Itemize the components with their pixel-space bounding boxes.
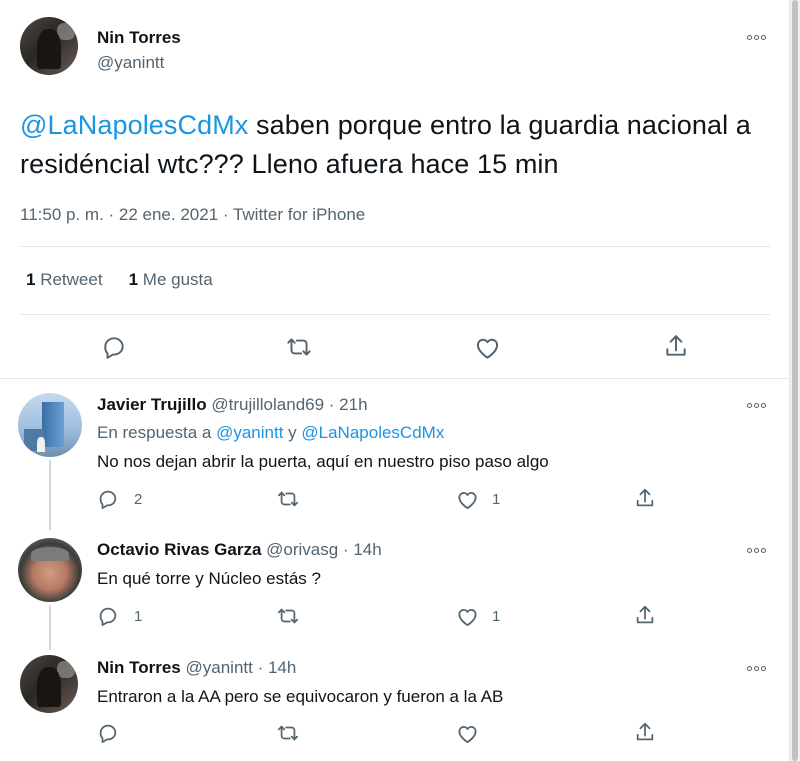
tweet-text: @LaNapolesCdMx saben porque entro la gua…: [20, 106, 760, 184]
author-handle[interactable]: @yanintt: [97, 53, 164, 73]
more-options-icon[interactable]: [747, 546, 767, 554]
replying-to: En respuesta a @yanintt y @LaNapolesCdMx: [97, 423, 444, 443]
reply-icon[interactable]: [101, 334, 127, 360]
retweet-icon[interactable]: [285, 334, 313, 360]
share-icon[interactable]: [634, 487, 656, 509]
retweets-label: Retweet: [40, 270, 103, 289]
reply-header: Javier Trujillo @trujilloland69 · 21h: [97, 395, 368, 415]
reply-text: En qué torre y Núcleo estás ?: [97, 569, 321, 588]
like-count: 1: [492, 491, 501, 508]
replying-to-join: y: [283, 423, 302, 442]
likes-label: Me gusta: [142, 270, 213, 289]
reply-author-name[interactable]: Nin Torres: [97, 658, 181, 677]
thread-line: [49, 460, 51, 530]
divider: [20, 246, 770, 247]
reply-author-name[interactable]: Octavio Rivas Garza: [97, 540, 261, 559]
like-icon[interactable]: [474, 335, 501, 360]
more-options-icon[interactable]: [747, 401, 767, 409]
reply-text: Entraron a la AA pero se equivocaron y f…: [97, 687, 504, 706]
replying-to-label: En respuesta a: [97, 423, 217, 442]
reply-count: 1: [134, 608, 143, 625]
reply-header: Octavio Rivas Garza @orivasg · 14h: [97, 540, 382, 560]
scrollbar[interactable]: [790, 0, 800, 761]
divider: [0, 378, 790, 379]
reply-icon[interactable]: [97, 488, 119, 510]
reply-icon[interactable]: [97, 605, 119, 627]
retweet-icon[interactable]: [276, 488, 300, 510]
avatar-javier-trujillo[interactable]: [18, 393, 82, 457]
more-options-icon[interactable]: [747, 33, 767, 41]
more-options-icon[interactable]: [747, 664, 767, 672]
retweet-icon[interactable]: [276, 722, 300, 744]
thread-line: [49, 605, 51, 650]
author-name[interactable]: Nin Torres: [97, 28, 181, 48]
reply-count: 2: [134, 491, 143, 508]
likes-stat[interactable]: 1 Me gusta: [129, 270, 213, 289]
retweets-stat[interactable]: 1 Retweet: [26, 270, 103, 289]
mention-link[interactable]: @LaNapolesCdMx: [301, 423, 444, 442]
tweet-timestamp-source[interactable]: 11:50 p. m. · 22 ene. 2021 · Twitter for…: [20, 205, 365, 225]
share-icon[interactable]: [634, 604, 656, 626]
share-icon[interactable]: [634, 721, 656, 743]
avatar-nin-torres[interactable]: [20, 655, 78, 713]
avatar-octavio-rivas-garza[interactable]: [18, 538, 82, 602]
share-icon[interactable]: [663, 333, 689, 359]
avatar-nin-torres[interactable]: [20, 17, 78, 75]
tweet-stats: 1 Retweet 1 Me gusta: [26, 270, 213, 290]
reply-icon[interactable]: [97, 722, 119, 744]
like-icon[interactable]: [456, 489, 479, 510]
likes-count: 1: [128, 270, 139, 289]
reply-header: Nin Torres @yanintt · 14h: [97, 658, 296, 678]
retweets-count: 1: [26, 270, 36, 289]
mention-link[interactable]: @yanintt: [216, 423, 283, 442]
reply-author-handle[interactable]: @trujilloland69 · 21h: [211, 395, 367, 414]
like-icon[interactable]: [456, 606, 479, 627]
reply-author-handle[interactable]: @yanintt · 14h: [186, 658, 297, 677]
tweet-thread-card: Nin Torres @yanintt @LaNapolesCdMx saben…: [0, 0, 790, 761]
divider: [20, 314, 770, 315]
like-count: 1: [492, 608, 501, 625]
reply-author-handle[interactable]: @orivasg · 14h: [266, 540, 382, 559]
reply-text: No nos dejan abrir la puerta, aquí en nu…: [97, 452, 549, 471]
mention-link[interactable]: @LaNapolesCdMx: [20, 110, 248, 140]
like-icon[interactable]: [456, 723, 479, 744]
reply-author-name[interactable]: Javier Trujillo: [97, 395, 207, 414]
retweet-icon[interactable]: [276, 605, 300, 627]
scrollbar-thumb[interactable]: [792, 0, 798, 761]
